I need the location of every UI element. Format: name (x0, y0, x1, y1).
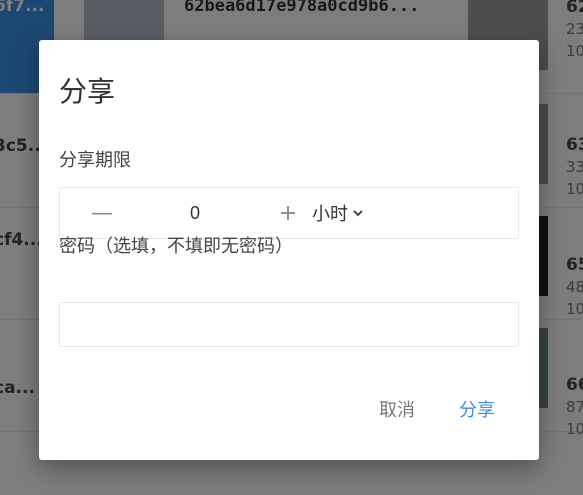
unit-select[interactable]: 小时 (312, 188, 364, 238)
cancel-button[interactable]: 取消 (379, 396, 415, 422)
dialog-title: 分享 (59, 75, 116, 108)
password-label: 密码（选填，不填即无密码） (59, 236, 293, 257)
password-input[interactable] (59, 302, 519, 347)
share-period-label: 分享期限 (59, 150, 131, 171)
share-button[interactable]: 分享 (459, 396, 495, 422)
chevron-down-icon (353, 210, 363, 217)
increment-button[interactable]: + (266, 188, 310, 238)
decrement-button[interactable]: — (80, 188, 124, 238)
unit-selected-label: 小时 (312, 204, 348, 225)
period-value-input[interactable] (138, 188, 252, 238)
share-dialog: 分享 分享期限 — + 小时 密码（选填，不填即无密码） 取消 分享 (39, 40, 539, 460)
